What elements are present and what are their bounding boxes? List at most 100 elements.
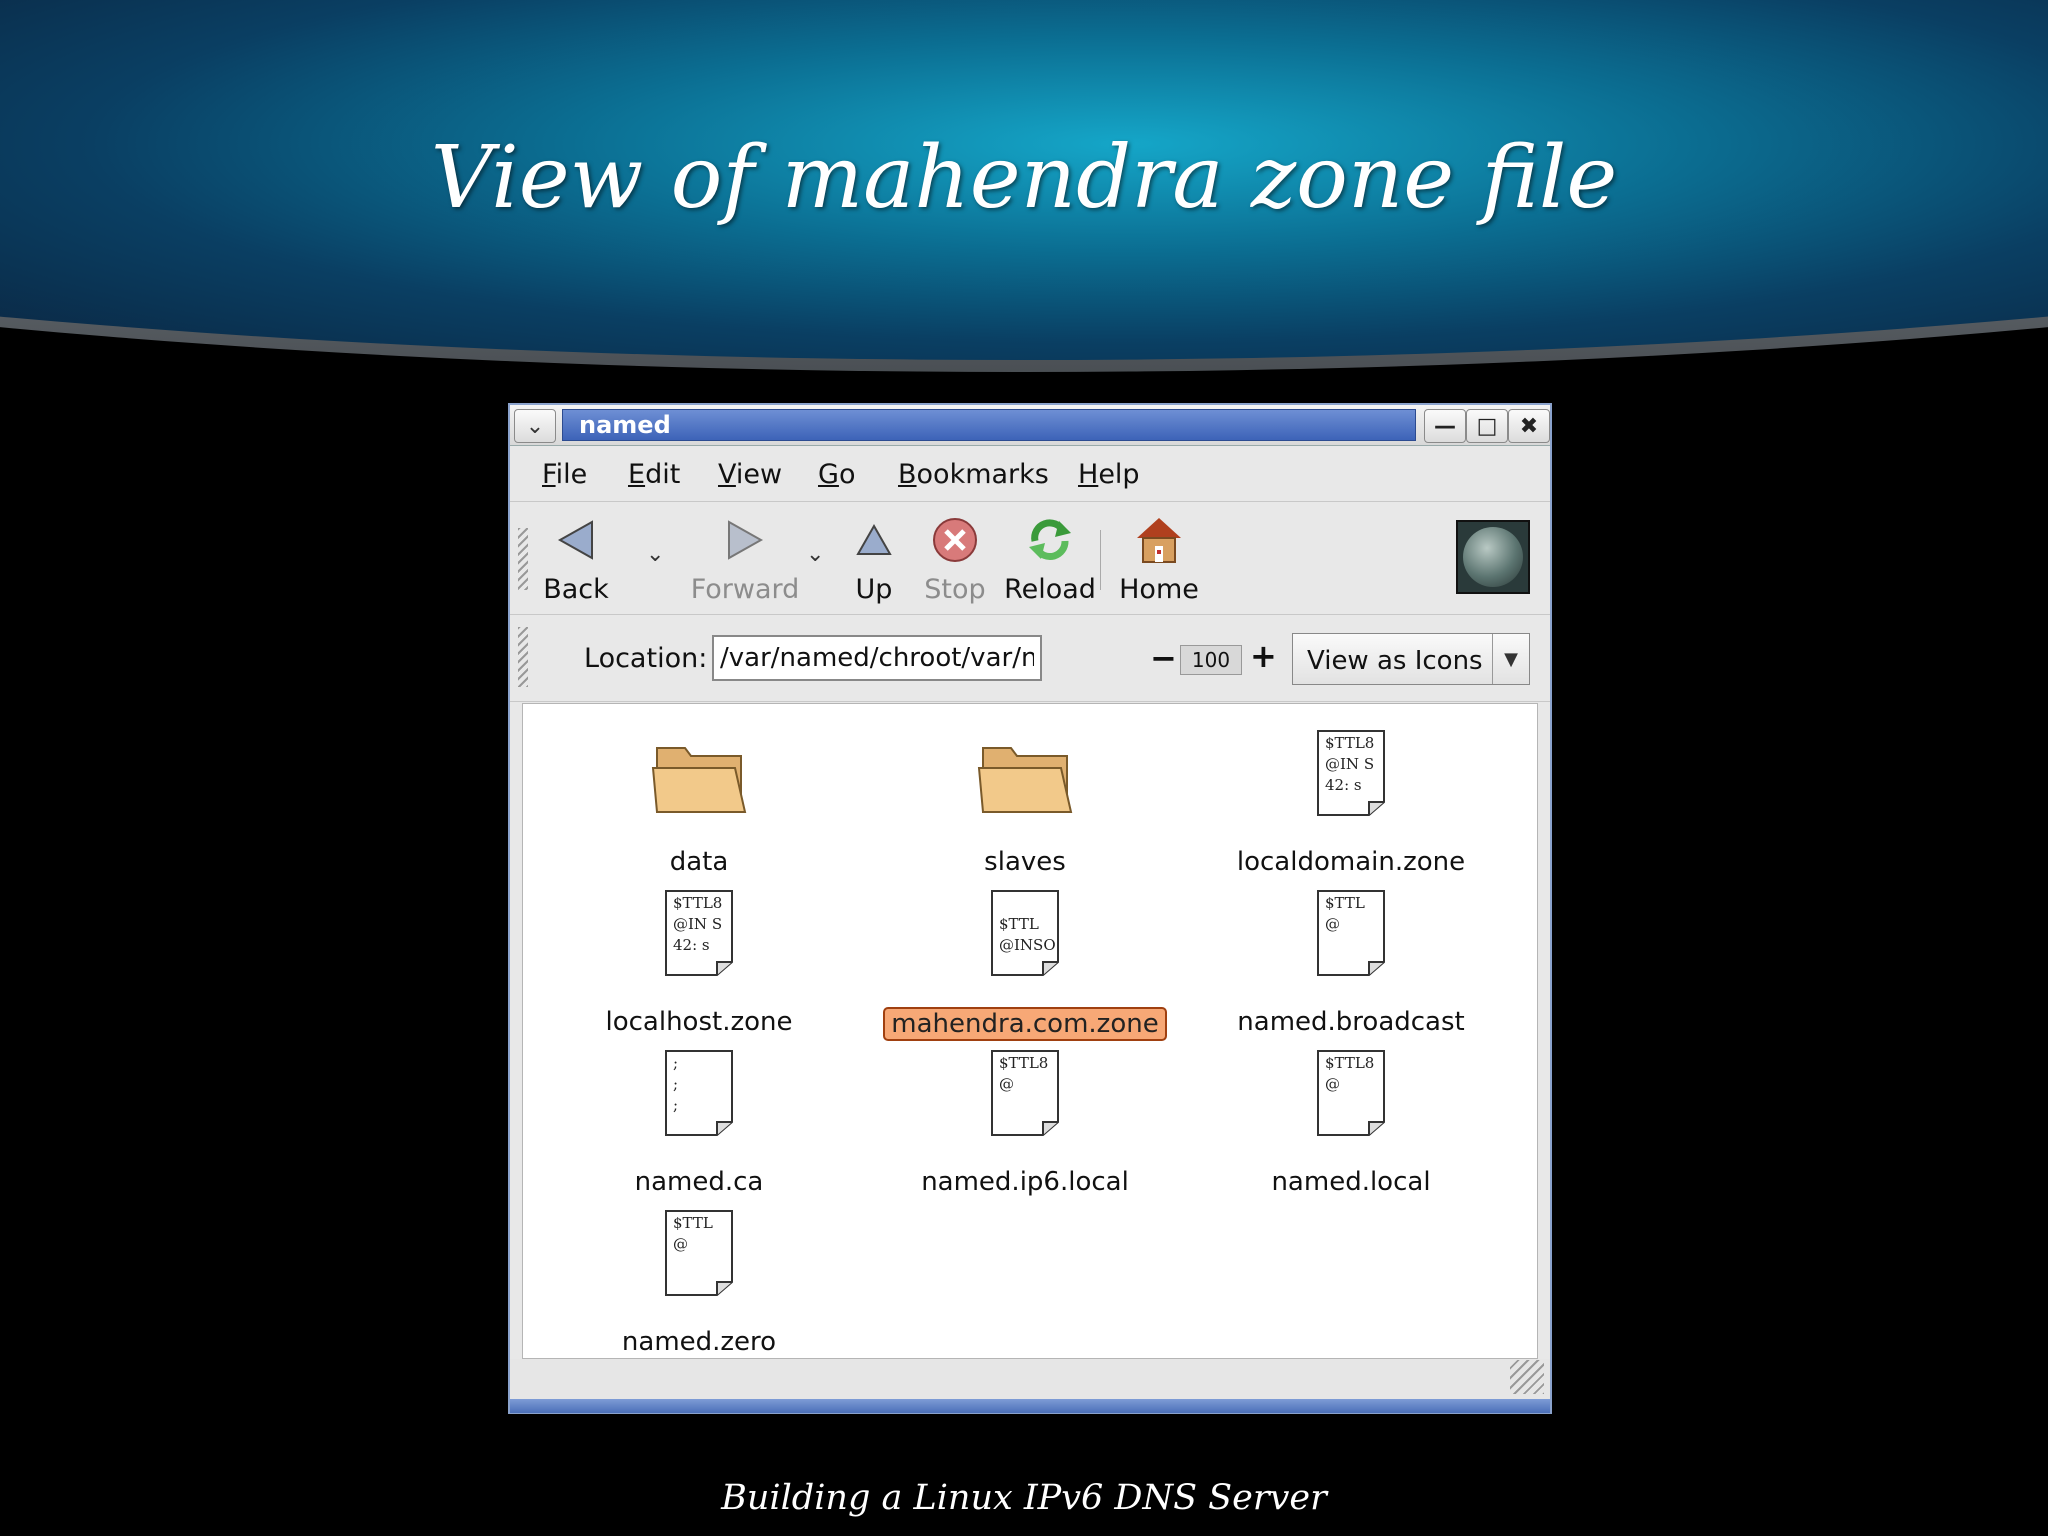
file-name-label: localdomain.zone xyxy=(1236,847,1466,877)
location-bar: Location: − 100 + View as Icons ▼ xyxy=(510,615,1550,702)
folder-icon xyxy=(875,718,1175,818)
file-name-label: localhost.zone xyxy=(605,1007,793,1037)
up-arrow-icon xyxy=(856,523,892,555)
svg-text:@: @ xyxy=(999,1075,1014,1093)
text-file-icon: $TTL8 @IN S 42: s xyxy=(549,878,849,978)
forward-arrow-icon xyxy=(728,520,764,560)
dropdown-arrow-icon: ▼ xyxy=(1492,634,1529,684)
file-item[interactable]: ;;; named.ca xyxy=(549,1038,849,1197)
svg-text:@: @ xyxy=(673,1235,688,1253)
throbber-orb-icon xyxy=(1463,527,1523,587)
slide-footer: Building a Linux IPv6 DNS Server xyxy=(721,1478,1327,1518)
file-item[interactable]: $TTL8 @ named.local xyxy=(1201,1038,1501,1197)
text-file-icon: $TTL @INSO xyxy=(875,878,1175,978)
maximize-icon: □ xyxy=(1476,413,1498,439)
status-bar xyxy=(510,1359,1550,1399)
menu-bookmarks[interactable]: Bookmarks xyxy=(898,459,1049,490)
svg-text:@: @ xyxy=(1325,1075,1340,1093)
text-file-icon: $TTL8 @ xyxy=(875,1038,1175,1138)
menu-go[interactable]: Go xyxy=(818,459,855,490)
file-item[interactable]: $TTL @ named.zero xyxy=(549,1198,849,1357)
home-icon xyxy=(1137,518,1181,563)
file-item[interactable]: $TTL8 @IN S 42: s localhost.zone xyxy=(549,878,849,1037)
zoom-in-button[interactable]: + xyxy=(1250,637,1277,675)
stop-button[interactable]: Stop xyxy=(920,512,990,605)
file-name-label: mahendra.com.zone xyxy=(883,1007,1167,1041)
back-history-dropdown[interactable]: ⌄ xyxy=(646,542,664,567)
location-label: Location: xyxy=(584,643,708,674)
up-button[interactable]: Up xyxy=(844,512,904,605)
toolbar-handle[interactable] xyxy=(518,528,528,590)
folder-item[interactable]: data xyxy=(549,718,849,877)
file-name-label: named.ca xyxy=(634,1167,764,1197)
file-name-label: named.zero xyxy=(621,1327,777,1357)
svg-text:;: ; xyxy=(673,1096,678,1114)
maximize-button[interactable]: □ xyxy=(1466,409,1508,443)
svg-text:$TTL8: $TTL8 xyxy=(1325,734,1374,752)
file-name-label: named.broadcast xyxy=(1237,1007,1465,1037)
zoom-out-button[interactable]: − xyxy=(1150,639,1177,677)
toolbar: Back ⌄ Forward ⌄ Up Stop Reload Home xyxy=(510,502,1550,615)
home-button[interactable]: Home xyxy=(1114,512,1204,605)
svg-text:;: ; xyxy=(673,1075,678,1093)
chevron-down-icon: ⌄ xyxy=(806,542,825,567)
view-mode-select[interactable]: View as Icons ▼ xyxy=(1292,633,1530,685)
svg-text:$TTL8: $TTL8 xyxy=(999,1054,1048,1072)
svg-text:$TTL: $TTL xyxy=(1325,894,1365,912)
menu-file[interactable]: File xyxy=(542,459,587,490)
svg-text:@IN S: @IN S xyxy=(673,915,722,933)
back-button[interactable]: Back xyxy=(536,512,616,605)
forward-button[interactable]: Forward xyxy=(680,512,810,605)
file-name-label: named.ip6.local xyxy=(921,1167,1129,1197)
menu-help[interactable]: Help xyxy=(1078,459,1140,490)
file-name-label: named.local xyxy=(1271,1167,1431,1197)
location-input[interactable] xyxy=(712,635,1042,681)
location-bar-handle[interactable] xyxy=(518,627,528,687)
menu-edit[interactable]: Edit xyxy=(628,459,680,490)
reload-icon xyxy=(1029,519,1071,561)
text-file-icon: $TTL @ xyxy=(549,1198,849,1298)
stop-icon xyxy=(933,518,977,562)
menu-view[interactable]: View xyxy=(718,459,782,490)
file-name-label: data xyxy=(669,847,729,877)
back-arrow-icon xyxy=(557,520,593,560)
svg-text:42: s: 42: s xyxy=(673,936,710,954)
throbber xyxy=(1456,520,1530,594)
zoom-level[interactable]: 100 xyxy=(1180,645,1242,675)
text-file-icon: $TTL8 @IN S 42: s xyxy=(1201,718,1501,818)
minimize-icon: — xyxy=(1434,413,1456,439)
close-icon: ✖ xyxy=(1519,413,1539,439)
file-item[interactable]: $TTL8 @ named.ip6.local xyxy=(875,1038,1175,1197)
title-bar[interactable]: ⌄ named — □ ✖ xyxy=(510,405,1550,446)
svg-text:@: @ xyxy=(1325,915,1340,933)
close-button[interactable]: ✖ xyxy=(1508,409,1550,443)
forward-history-dropdown[interactable]: ⌄ xyxy=(806,542,824,567)
file-manager-window: ⌄ named — □ ✖ File Edit View Go Bookmark… xyxy=(508,403,1552,1414)
text-file-icon: $TTL8 @ xyxy=(1201,1038,1501,1138)
file-item[interactable]: $TTL @INSO mahendra.com.zone xyxy=(875,878,1175,1041)
file-icon-view[interactable]: data slaves $TTL8 @IN S 42: s localdomain.zon… xyxy=(522,703,1538,1359)
file-item[interactable]: $TTL8 @IN S 42: s localdomain.zone xyxy=(1201,718,1501,877)
svg-text:$TTL: $TTL xyxy=(673,1214,713,1232)
file-item[interactable]: $TTL @ named.broadcast xyxy=(1201,878,1501,1037)
svg-text:;: ; xyxy=(673,1054,678,1072)
window-menu-button[interactable]: ⌄ xyxy=(514,409,556,443)
folder-item[interactable]: slaves xyxy=(875,718,1175,877)
svg-text:$TTL8: $TTL8 xyxy=(1325,1054,1374,1072)
text-file-icon: ;;; xyxy=(549,1038,849,1138)
folder-icon xyxy=(549,718,849,818)
plus-icon: + xyxy=(1250,637,1277,675)
svg-text:@INSO: @INSO xyxy=(999,936,1056,954)
file-name-label: slaves xyxy=(984,847,1066,877)
resize-grip[interactable] xyxy=(1510,1360,1544,1394)
svg-text:@IN S: @IN S xyxy=(1325,755,1374,773)
reload-button[interactable]: Reload xyxy=(1000,512,1100,605)
menu-bar: File Edit View Go Bookmarks Help xyxy=(510,447,1550,502)
svg-text:42: s: 42: s xyxy=(1325,776,1362,794)
chevron-down-icon: ⌄ xyxy=(525,413,545,439)
slide-title: View of mahendra zone file xyxy=(430,128,1618,228)
toolbar-separator xyxy=(1100,530,1101,590)
minimize-button[interactable]: — xyxy=(1424,409,1466,443)
text-file-icon: $TTL @ xyxy=(1201,878,1501,978)
chevron-down-icon: ⌄ xyxy=(646,542,665,567)
